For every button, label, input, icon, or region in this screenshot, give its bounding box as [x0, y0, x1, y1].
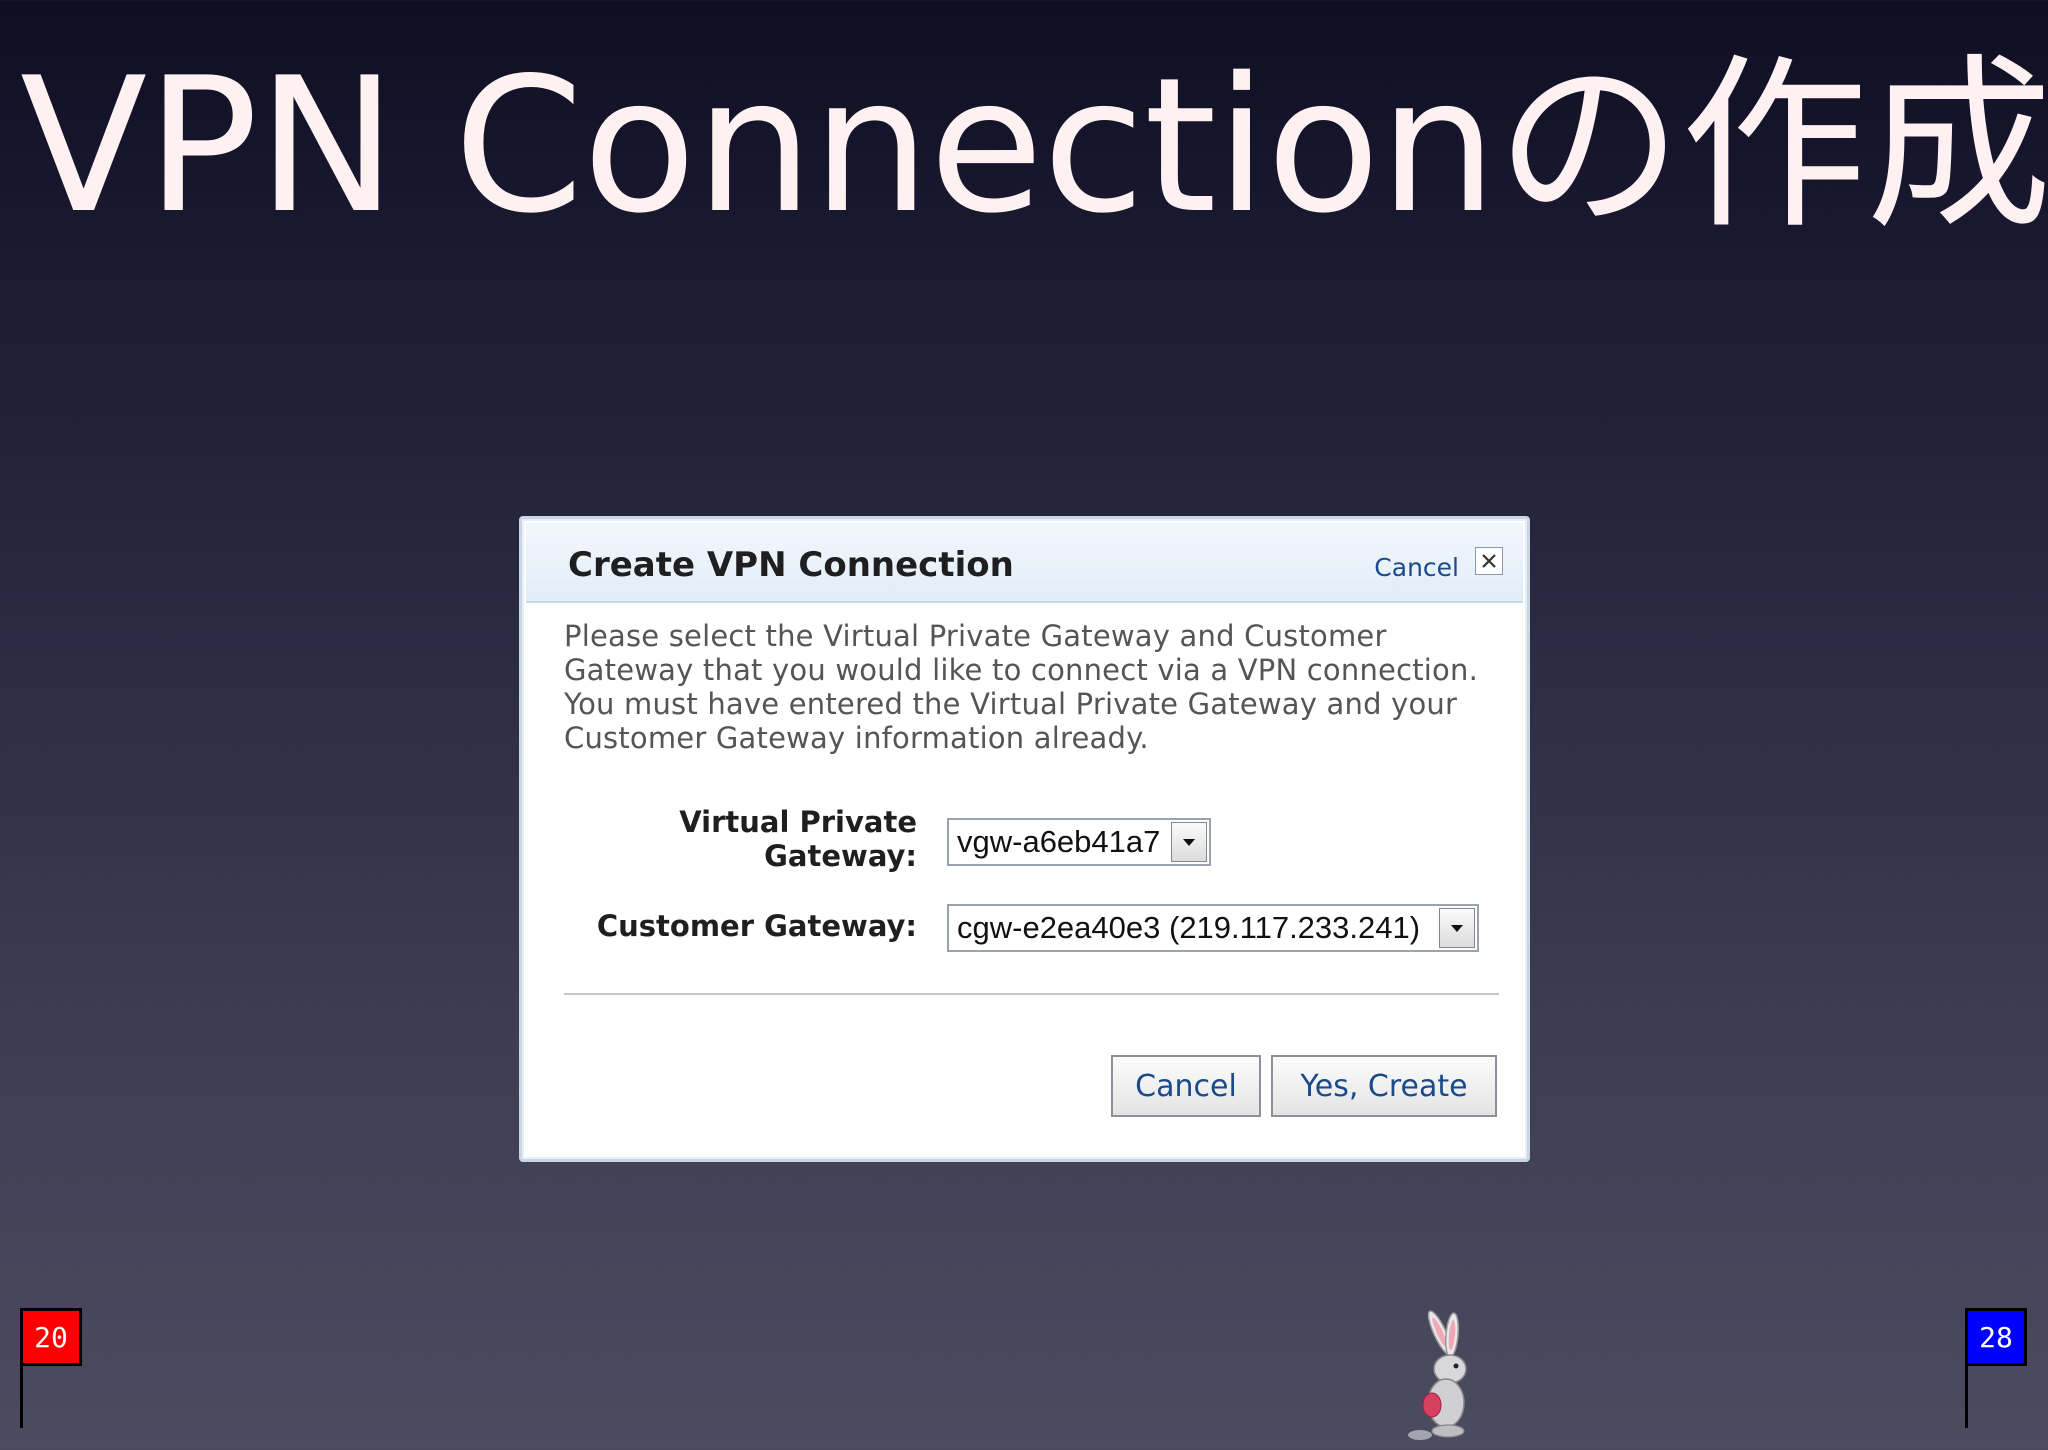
dropdown-arrow-icon: [1183, 838, 1195, 846]
yes-create-button[interactable]: Yes, Create: [1271, 1055, 1497, 1117]
slide-title: VPN Connectionの作成: [20, 37, 2048, 254]
close-button[interactable]: [1475, 547, 1503, 575]
page-flag-right-number: 28: [1965, 1308, 2027, 1366]
close-icon: [1482, 554, 1496, 568]
page-flag-left-number: 20: [20, 1308, 82, 1366]
cgw-dropdown-button[interactable]: [1439, 908, 1475, 948]
create-vpn-connection-dialog: Create VPN Connection Cancel Please sele…: [519, 516, 1530, 1162]
virtual-private-gateway-label: Virtual Private Gateway:: [679, 805, 917, 873]
vpg-dropdown-button[interactable]: [1171, 822, 1207, 862]
customer-gateway-select[interactable]: cgw-e2ea40e3 (219.117.233.241): [947, 904, 1479, 952]
rabbit-icon: [1408, 1310, 1467, 1440]
header-cancel-link[interactable]: Cancel: [1374, 553, 1459, 582]
dialog-divider: [564, 993, 1499, 995]
vpg-label-line1: Virtual Private: [679, 805, 917, 839]
dialog-title: Create VPN Connection: [568, 545, 1014, 585]
cancel-button[interactable]: Cancel: [1111, 1055, 1261, 1117]
dialog-header: Create VPN Connection Cancel: [526, 523, 1523, 603]
virtual-private-gateway-select[interactable]: vgw-a6eb41a7: [947, 818, 1211, 866]
vpg-selected-value: vgw-a6eb41a7: [957, 824, 1161, 859]
customer-gateway-label: Customer Gateway:: [596, 909, 917, 943]
dropdown-arrow-icon: [1451, 924, 1463, 932]
vpg-label-line2: Gateway:: [764, 839, 917, 873]
dialog-description: Please select the Virtual Private Gatewa…: [564, 619, 1478, 755]
cgw-selected-value: cgw-e2ea40e3 (219.117.233.241): [957, 910, 1421, 945]
